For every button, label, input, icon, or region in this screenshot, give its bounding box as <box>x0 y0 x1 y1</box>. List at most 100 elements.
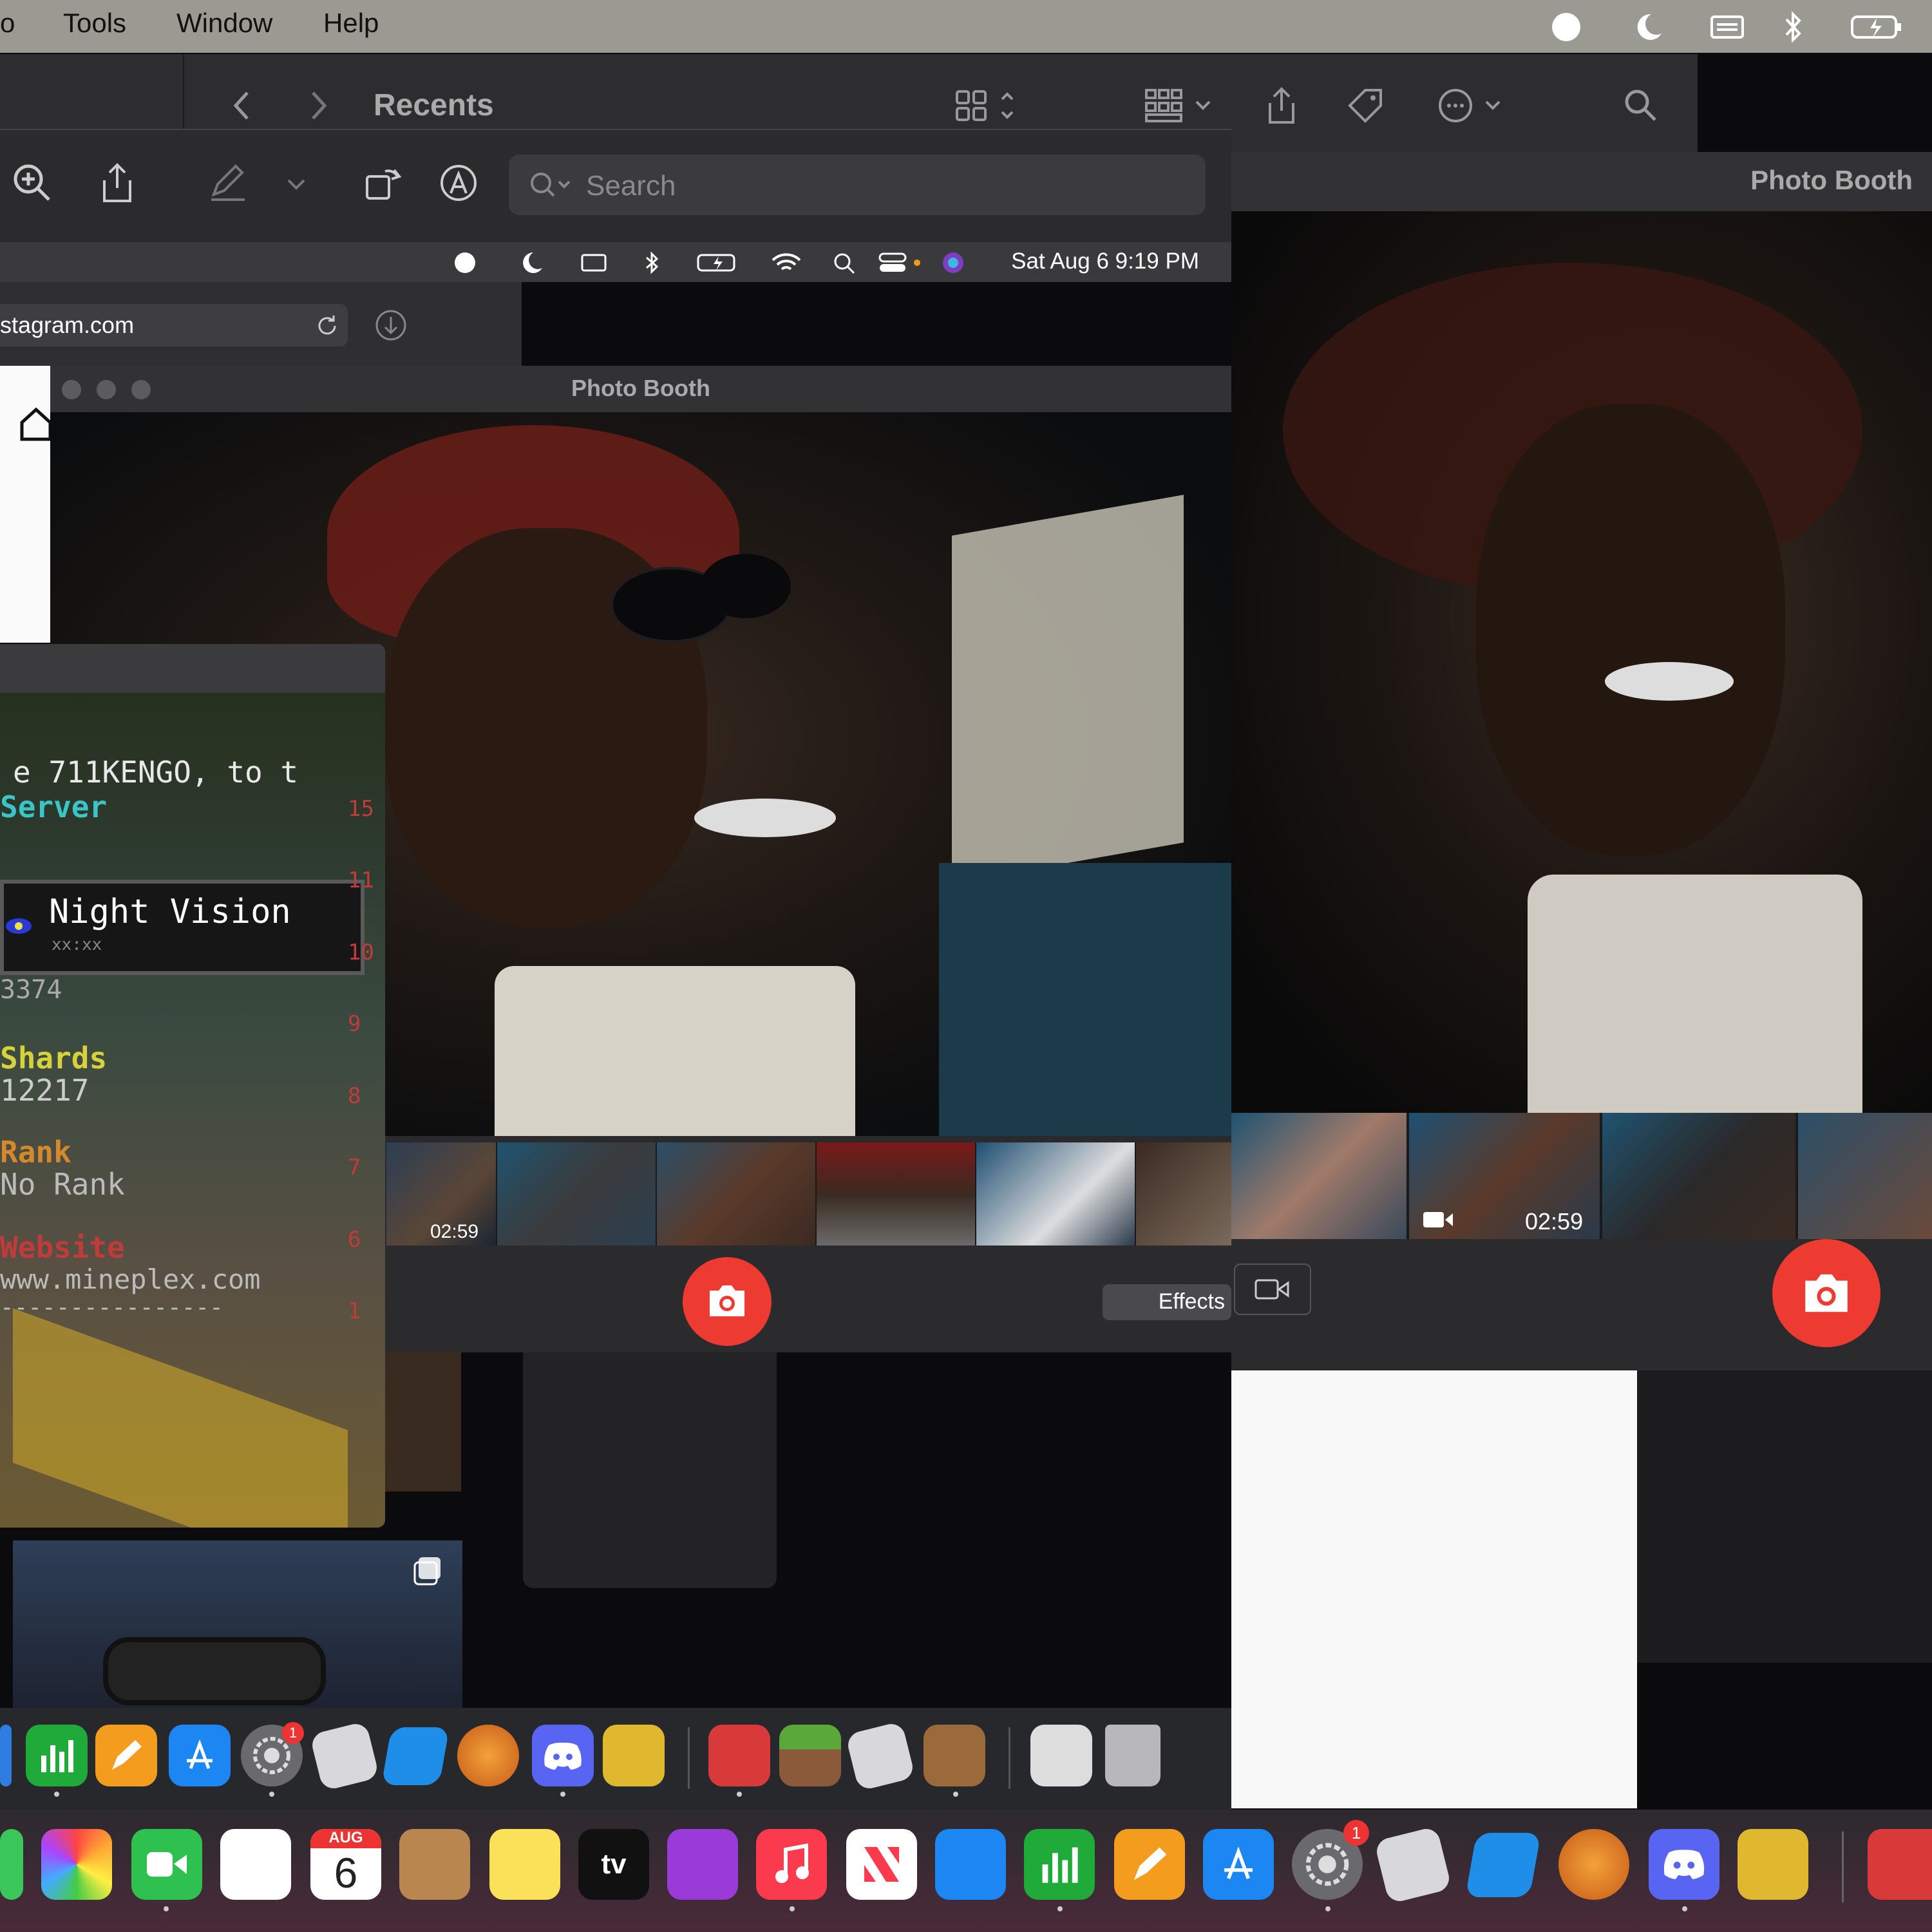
dock-divider <box>1842 1832 1844 1902</box>
home-icon[interactable] <box>19 404 52 443</box>
share-icon[interactable] <box>1264 86 1300 125</box>
white-window-area <box>1231 1370 1637 1808</box>
thumbnail[interactable] <box>1136 1142 1231 1245</box>
zoom-in-icon[interactable] <box>12 162 53 204</box>
effects-button[interactable]: Effects <box>1103 1284 1231 1320</box>
markup-toolbar-icon[interactable] <box>438 162 479 204</box>
thumbnail[interactable]: 02:59 <box>386 1142 496 1245</box>
roblox-studio-icon[interactable] <box>309 1721 380 1792</box>
rotate-icon[interactable] <box>363 162 404 204</box>
numbers-app-icon[interactable] <box>26 1725 88 1786</box>
app-store-icon[interactable] <box>1203 1829 1274 1900</box>
thumbnail[interactable] <box>1798 1113 1932 1239</box>
menu-window[interactable]: Window <box>176 8 272 39</box>
apple-tv-app-icon[interactable]: tv <box>578 1829 649 1900</box>
markup-pen-icon[interactable] <box>207 162 249 204</box>
keynote-app-icon[interactable] <box>935 1829 1006 1900</box>
back-chevron-icon[interactable] <box>225 86 258 125</box>
roblox-studio-icon[interactable] <box>845 1721 916 1792</box>
running-indicator <box>164 1906 169 1911</box>
video-mode-button[interactable] <box>1234 1264 1311 1315</box>
carousel-icon <box>413 1557 440 1586</box>
crafting-table-icon[interactable] <box>923 1725 985 1786</box>
running-indicator <box>953 1792 958 1797</box>
search-input[interactable]: Search <box>509 155 1206 215</box>
pages-app-icon[interactable] <box>1114 1829 1185 1900</box>
calendar-app-icon[interactable]: AUG 6 <box>310 1829 381 1900</box>
tag-icon[interactable] <box>1346 86 1385 125</box>
thumbnail[interactable]: 02:59 <box>1409 1113 1600 1239</box>
downloads-icon[interactable] <box>374 308 408 343</box>
view-grid-icon[interactable] <box>953 86 1030 125</box>
thumbnail[interactable] <box>1602 1113 1795 1239</box>
effect-popup: Night Vision xx:xx <box>0 880 365 975</box>
window-title: Photo Booth <box>1750 165 1913 195</box>
photos-app-icon[interactable] <box>41 1829 112 1900</box>
bar-chart-icon <box>1042 1847 1078 1883</box>
notification-badge: 1 <box>282 1722 304 1744</box>
news-app-icon[interactable] <box>846 1829 917 1900</box>
discord-icon[interactable] <box>532 1725 594 1786</box>
forward-chevron-icon[interactable] <box>303 86 335 125</box>
thumbnail[interactable] <box>497 1142 656 1245</box>
menu-help[interactable]: Help <box>323 8 379 39</box>
app-store-icon[interactable] <box>169 1725 231 1786</box>
facetime-app-icon[interactable] <box>131 1829 202 1900</box>
discord-icon[interactable] <box>1649 1829 1719 1900</box>
dock-partial-icon[interactable] <box>0 1725 12 1786</box>
keyboard-icon[interactable] <box>1709 10 1745 44</box>
take-photo-button[interactable] <box>1772 1239 1880 1347</box>
numbers-app-icon[interactable] <box>1024 1829 1095 1900</box>
thumbnail[interactable] <box>817 1142 975 1245</box>
share-icon[interactable] <box>97 162 138 204</box>
thumbnail[interactable] <box>1231 1113 1406 1239</box>
chevron-down-icon[interactable] <box>283 162 309 204</box>
take-photo-button[interactable] <box>683 1257 772 1346</box>
url-bar[interactable]: stagram.com <box>0 304 348 346</box>
more-actions-icon[interactable] <box>1435 86 1512 125</box>
archive-utility-icon[interactable] <box>603 1725 665 1786</box>
archive-utility-icon[interactable] <box>1738 1829 1808 1900</box>
menu-tools[interactable]: Tools <box>63 8 126 39</box>
score-number: 6 <box>348 1226 361 1253</box>
battery-charging-icon[interactable] <box>1850 10 1904 44</box>
siri-icon <box>943 252 963 273</box>
music-app-icon[interactable] <box>756 1829 827 1900</box>
trash-icon[interactable] <box>1105 1725 1160 1786</box>
recent-files-stack-icon[interactable] <box>1030 1725 1092 1786</box>
dock-partial-icon[interactable] <box>0 1829 23 1900</box>
blue-wall <box>939 863 1231 1136</box>
thumbnail[interactable] <box>976 1142 1135 1245</box>
menu-app-name[interactable]: o <box>0 8 15 39</box>
group-by-icon[interactable] <box>1142 86 1220 125</box>
inner-dock: 1 <box>0 1708 1231 1810</box>
instagram-post-image[interactable] <box>13 1540 462 1708</box>
menu-clock[interactable]: Sat Aug 6 9:19 PM <box>1011 249 1199 274</box>
fl-studio-icon[interactable] <box>457 1725 519 1786</box>
roblox-icon[interactable] <box>1465 1833 1541 1897</box>
running-indicator <box>1682 1906 1687 1911</box>
screen-record-icon[interactable] <box>1549 10 1583 44</box>
photo-booth-icon[interactable] <box>708 1725 770 1786</box>
search-icon[interactable] <box>1622 86 1660 125</box>
thumbnail[interactable] <box>657 1142 815 1245</box>
podcasts-app-icon[interactable] <box>667 1829 738 1900</box>
notes-app-icon[interactable] <box>489 1829 560 1900</box>
minecraft-icon[interactable] <box>779 1725 841 1786</box>
fl-studio-icon[interactable] <box>1558 1829 1629 1900</box>
reload-icon[interactable] <box>314 313 340 339</box>
contacts-app-icon[interactable] <box>399 1829 470 1900</box>
app-store-a-icon <box>1224 1846 1253 1879</box>
game-viewport[interactable]: e 711KENGO, to t Server Night Vision xx:… <box>0 693 385 1528</box>
roblox-studio-icon[interactable] <box>1374 1826 1452 1904</box>
roblox-icon[interactable] <box>381 1727 450 1785</box>
reminders-app-icon[interactable] <box>220 1829 291 1900</box>
focus-moon-icon[interactable] <box>1632 10 1665 44</box>
pages-app-icon[interactable] <box>95 1725 157 1786</box>
bluetooth-icon[interactable] <box>1780 10 1806 44</box>
pen-icon <box>1133 1847 1167 1880</box>
photo-booth-icon[interactable] <box>1868 1829 1932 1900</box>
video-camera-icon <box>1255 1279 1289 1300</box>
control-center-icon <box>878 252 920 272</box>
smile <box>694 799 836 837</box>
